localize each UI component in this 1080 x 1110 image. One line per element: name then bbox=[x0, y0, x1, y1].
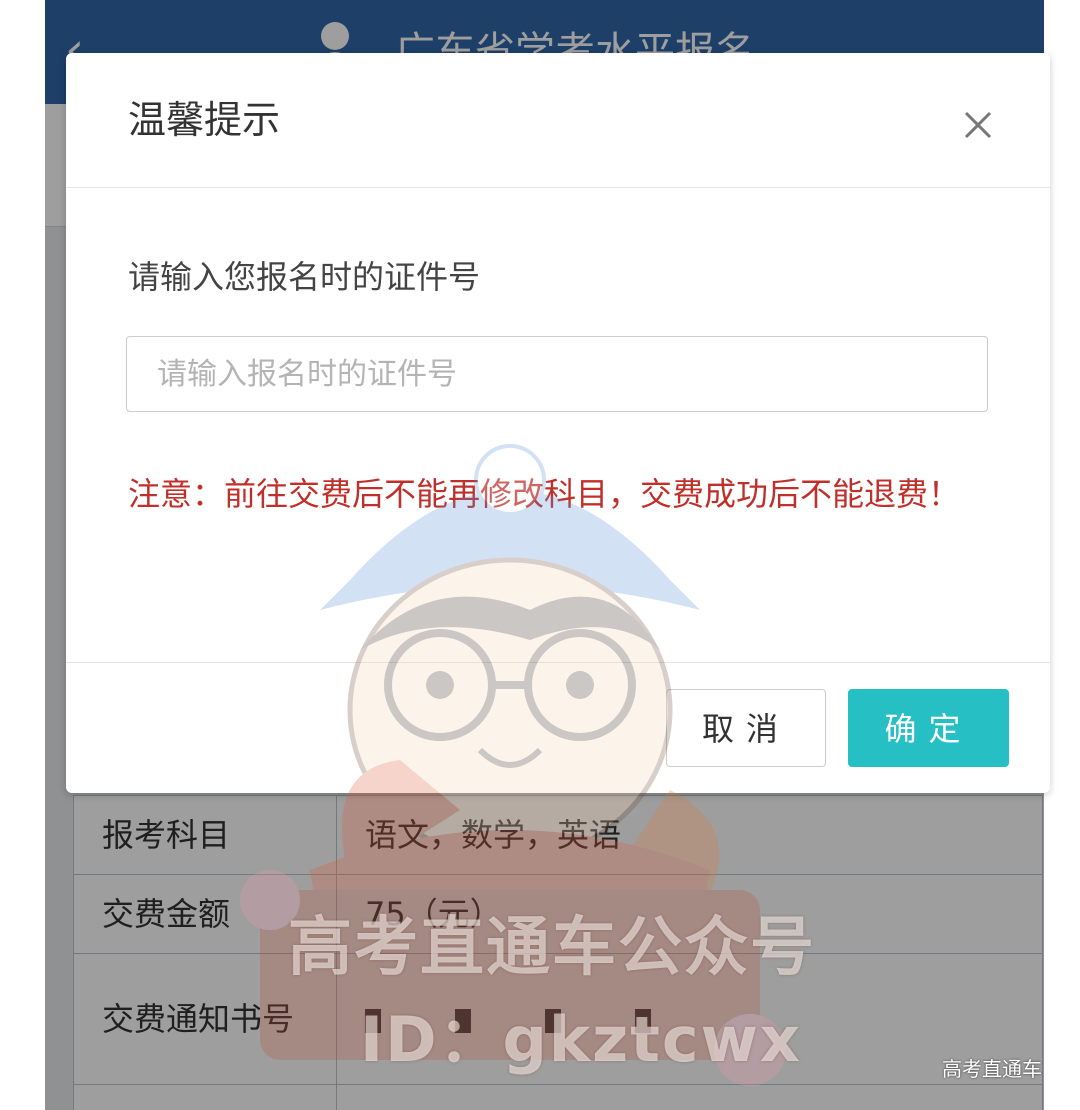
confirm-button[interactable]: 确定 bbox=[848, 689, 1009, 767]
close-icon[interactable] bbox=[954, 101, 1002, 149]
tip-dialog: 温馨提示 请输入您报名时的证件号 注意：前往交费后不能再修改科目，交费成功后不能… bbox=[66, 53, 1050, 793]
payment-warning: 注意：前往交费后不能再修改科目，交费成功后不能退费！ bbox=[128, 475, 961, 513]
dialog-header: 温馨提示 bbox=[66, 53, 1050, 188]
dialog-footer: 取消 确定 bbox=[66, 662, 1050, 793]
dialog-title: 温馨提示 bbox=[128, 98, 281, 142]
cancel-button[interactable]: 取消 bbox=[666, 689, 826, 767]
corner-credit: 高考直通车 bbox=[942, 1057, 1042, 1081]
id-number-prompt: 请输入您报名时的证件号 bbox=[128, 258, 481, 296]
id-number-input[interactable] bbox=[126, 336, 988, 412]
